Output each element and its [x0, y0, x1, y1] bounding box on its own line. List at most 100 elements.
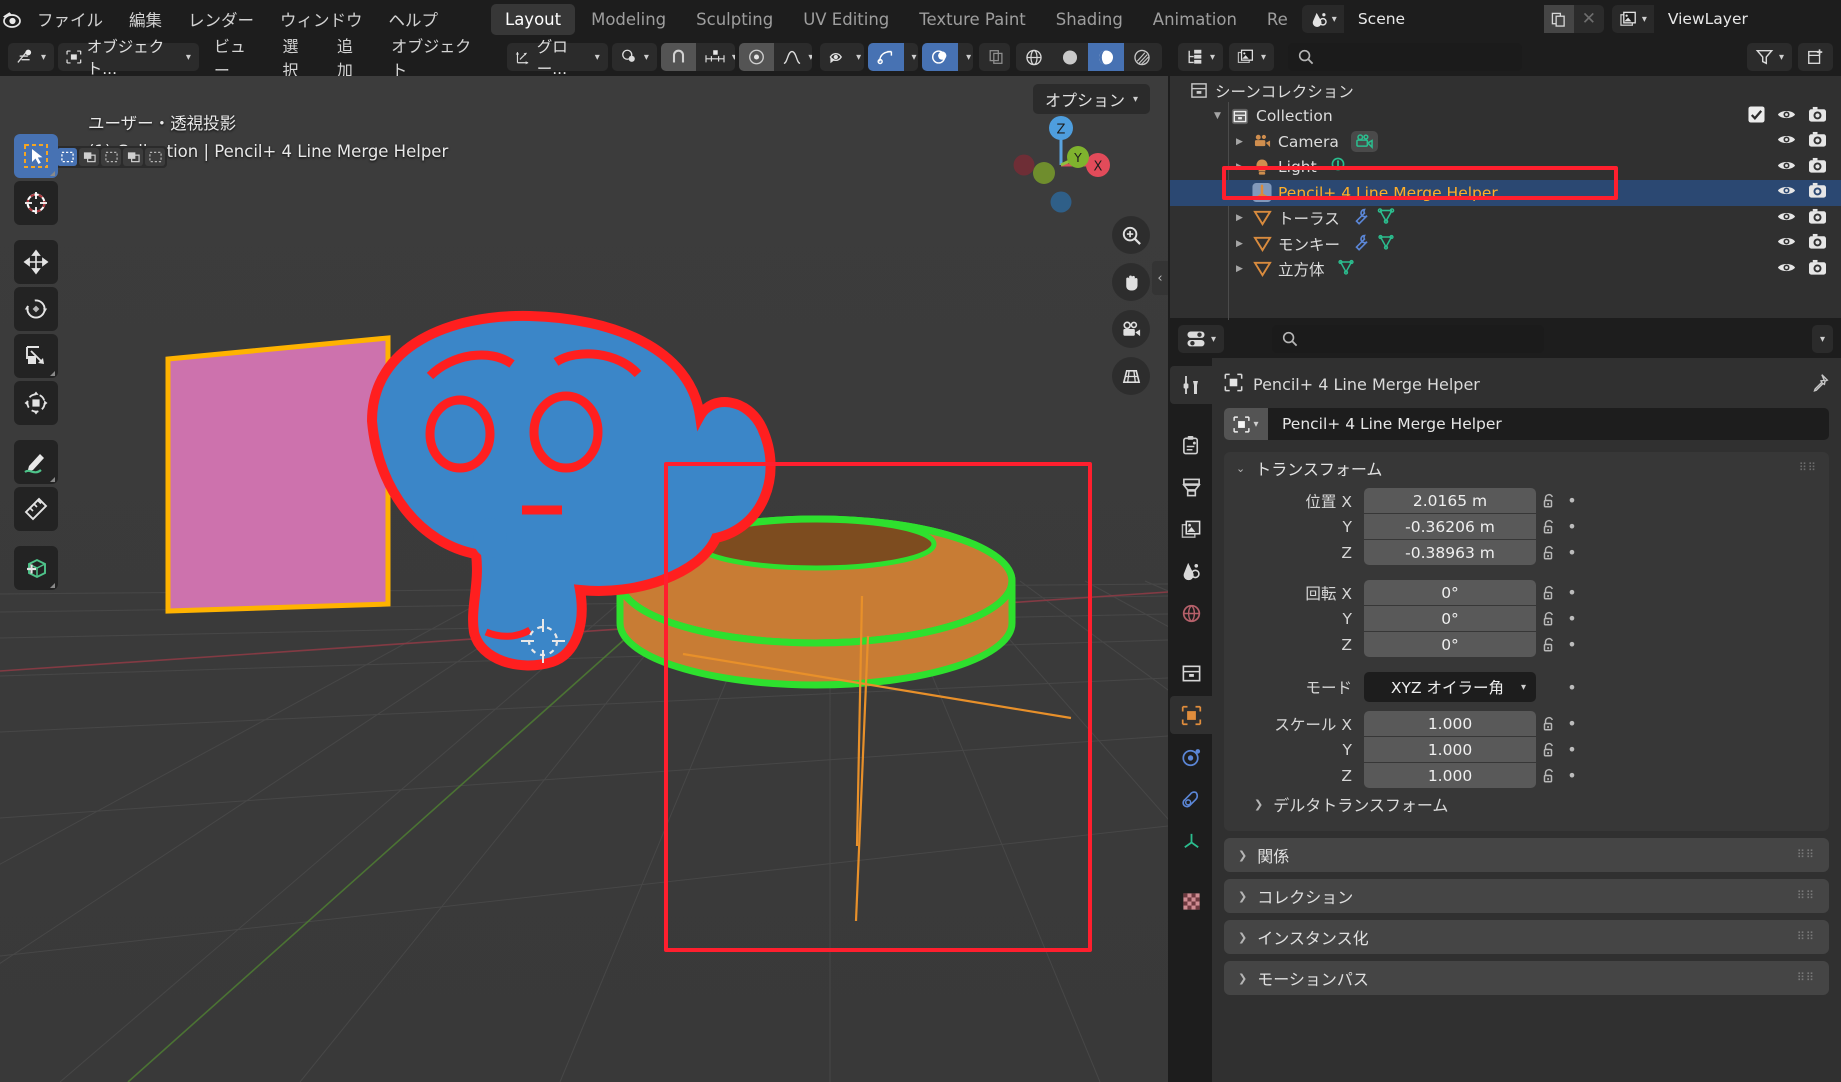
- lock-scale-x-icon[interactable]: [1536, 716, 1562, 732]
- tab-uv-editing[interactable]: UV Editing: [789, 4, 903, 35]
- properties-editor-type-selector[interactable]: ▾: [1178, 325, 1224, 353]
- lock-scale-y-icon[interactable]: [1536, 742, 1562, 758]
- camera-render-icon[interactable]: [1808, 233, 1827, 254]
- disclosure-triangle-right-icon[interactable]: ▶: [1232, 239, 1247, 249]
- properties-tab-output[interactable]: [1170, 468, 1212, 506]
- tab-texture-paint[interactable]: Texture Paint: [905, 4, 1039, 35]
- animate-scale-y-icon[interactable]: •: [1562, 740, 1582, 759]
- outliner-row-pencil4-line-merge-helper[interactable]: Pencil+ 4 Line Merge Helper: [1170, 180, 1841, 206]
- snap-settings-button[interactable]: ▾: [696, 43, 736, 71]
- animate-rotation-y-icon[interactable]: •: [1562, 609, 1582, 628]
- outliner-row-scene-collection[interactable]: シーンコレクション: [1170, 78, 1841, 104]
- tab-sculpting[interactable]: Sculpting: [682, 4, 787, 35]
- animate-rotation-mode-icon[interactable]: •: [1562, 678, 1582, 697]
- properties-tab-render[interactable]: [1170, 426, 1212, 464]
- shading-wireframe-icon[interactable]: [1016, 43, 1052, 71]
- pan-hand-icon[interactable]: [1112, 263, 1150, 301]
- tab-rendering[interactable]: Re: [1253, 4, 1302, 35]
- transform-orientation-selector[interactable]: グロー... ▾: [507, 43, 608, 71]
- eye-icon[interactable]: [1777, 107, 1796, 126]
- drag-grip-icon[interactable]: ⠿⠿: [1797, 852, 1815, 858]
- properties-tab-scene[interactable]: [1170, 552, 1212, 590]
- blender-logo-icon[interactable]: [0, 0, 24, 38]
- drag-grip-icon[interactable]: ⠿⠿: [1797, 893, 1815, 899]
- location-z-value[interactable]: -0.38963 m: [1364, 540, 1536, 565]
- drag-grip-icon[interactable]: ⠿⠿: [1799, 465, 1817, 471]
- modifier-icon[interactable]: [1352, 207, 1370, 229]
- object-visibility-icon[interactable]: ▾: [820, 43, 863, 71]
- properties-options-button[interactable]: ▾: [1812, 325, 1833, 353]
- location-y-value[interactable]: -0.36206 m: [1364, 514, 1536, 539]
- animate-location-y-icon[interactable]: •: [1562, 517, 1582, 536]
- viewlayer-icon[interactable]: ▾: [1612, 5, 1654, 33]
- mesh-data-icon[interactable]: [1377, 233, 1395, 255]
- scene-selector[interactable]: ▾ Scene ✕: [1302, 5, 1604, 33]
- scene-name[interactable]: Scene: [1344, 5, 1544, 33]
- outliner-row-torus[interactable]: ▶ トーラス: [1170, 206, 1841, 232]
- lock-location-x-icon[interactable]: [1536, 493, 1562, 509]
- checkbox-exclude[interactable]: [1748, 106, 1765, 127]
- pivot-point-selector[interactable]: ▾: [612, 43, 657, 71]
- eye-icon[interactable]: [1777, 183, 1796, 202]
- zoom-icon[interactable]: [1112, 216, 1150, 254]
- camera-render-icon[interactable]: [1808, 131, 1827, 152]
- scene-icon[interactable]: ▾: [1302, 5, 1344, 33]
- properties-tab-view-layer[interactable]: [1170, 510, 1212, 548]
- disclosure-triangle-right-icon[interactable]: ▶: [1232, 264, 1247, 274]
- xray-icon[interactable]: [979, 43, 1010, 71]
- camera-render-icon[interactable]: [1808, 182, 1827, 203]
- tool-tweak-select-box[interactable]: [14, 134, 58, 178]
- drag-grip-icon[interactable]: ⠿⠿: [1797, 975, 1815, 981]
- properties-tab-object[interactable]: [1170, 696, 1212, 734]
- navigation-gizmo[interactable]: Z X Y: [1006, 110, 1116, 220]
- outliner-display-mode-selector[interactable]: ▾: [1178, 43, 1223, 71]
- animate-scale-z-icon[interactable]: •: [1562, 766, 1582, 785]
- pin-icon[interactable]: [1810, 373, 1829, 396]
- outliner-filter-id-selector[interactable]: ▾: [1229, 43, 1274, 71]
- editor-type-selector[interactable]: ▾: [8, 43, 54, 71]
- properties-tab-collection[interactable]: [1170, 654, 1212, 692]
- outliner-row-light[interactable]: ▶ Light: [1170, 155, 1841, 181]
- outliner-row-monkey[interactable]: ▶ モンキー: [1170, 231, 1841, 257]
- animate-scale-x-icon[interactable]: •: [1562, 714, 1582, 733]
- show-gizmo-icon[interactable]: [868, 43, 904, 71]
- lock-rotation-y-icon[interactable]: [1536, 611, 1562, 627]
- object-name-input[interactable]: Pencil+ 4 Line Merge Helper: [1268, 408, 1829, 440]
- outliner-row-collection[interactable]: ▼ Collection: [1170, 104, 1841, 130]
- eye-icon[interactable]: [1777, 209, 1796, 228]
- object-type-icon[interactable]: ▾: [1224, 408, 1268, 440]
- select-mode-intersect-icon[interactable]: [145, 148, 165, 166]
- delta-transform-subpanel[interactable]: ❯ デルタトランスフォーム: [1236, 789, 1817, 819]
- collections-panel[interactable]: ❯ コレクション ⠿⠿: [1224, 879, 1829, 913]
- tool-cursor[interactable]: [14, 181, 58, 225]
- menu-edit[interactable]: 編集: [116, 3, 175, 35]
- properties-search-input[interactable]: [1272, 325, 1544, 353]
- camera-render-icon[interactable]: [1808, 106, 1827, 127]
- mesh-data-icon[interactable]: [1377, 207, 1395, 229]
- properties-tab-constraints[interactable]: [1170, 780, 1212, 818]
- tool-measure[interactable]: [14, 487, 58, 531]
- scale-y-value[interactable]: 1.000: [1364, 737, 1536, 762]
- viewlayer-name[interactable]: ViewLayer: [1654, 5, 1841, 33]
- tool-transform[interactable]: [14, 381, 58, 425]
- tool-add-cube[interactable]: [14, 546, 58, 590]
- transform-panel-header[interactable]: ⌄ トランスフォーム ⠿⠿: [1224, 452, 1829, 484]
- eye-icon[interactable]: [1777, 132, 1796, 151]
- properties-tab-object-data[interactable]: [1170, 822, 1212, 860]
- tab-shading[interactable]: Shading: [1042, 4, 1137, 35]
- instancing-panel[interactable]: ❯ インスタンス化 ⠿⠿: [1224, 920, 1829, 954]
- animate-rotation-x-icon[interactable]: •: [1562, 583, 1582, 602]
- 3d-viewport[interactable]: ユーザー・透視投影 (1) Collection | Pencil+ 4 Lin…: [0, 76, 1168, 1082]
- scale-z-value[interactable]: 1.000: [1364, 763, 1536, 788]
- rotation-x-value[interactable]: 0°: [1364, 580, 1536, 605]
- eye-icon[interactable]: [1777, 260, 1796, 279]
- tab-animation[interactable]: Animation: [1139, 4, 1251, 35]
- lock-rotation-z-icon[interactable]: [1536, 637, 1562, 653]
- properties-tab-tool[interactable]: [1170, 366, 1212, 404]
- outliner-filter-button[interactable]: ▾: [1747, 43, 1792, 71]
- camera-render-icon[interactable]: [1808, 259, 1827, 280]
- outliner-row-camera[interactable]: ▶ Camera: [1170, 129, 1841, 155]
- mesh-data-icon[interactable]: [1337, 258, 1355, 280]
- eye-icon[interactable]: [1777, 158, 1796, 177]
- viewport-sidebar-toggle[interactable]: ‹: [1152, 261, 1168, 295]
